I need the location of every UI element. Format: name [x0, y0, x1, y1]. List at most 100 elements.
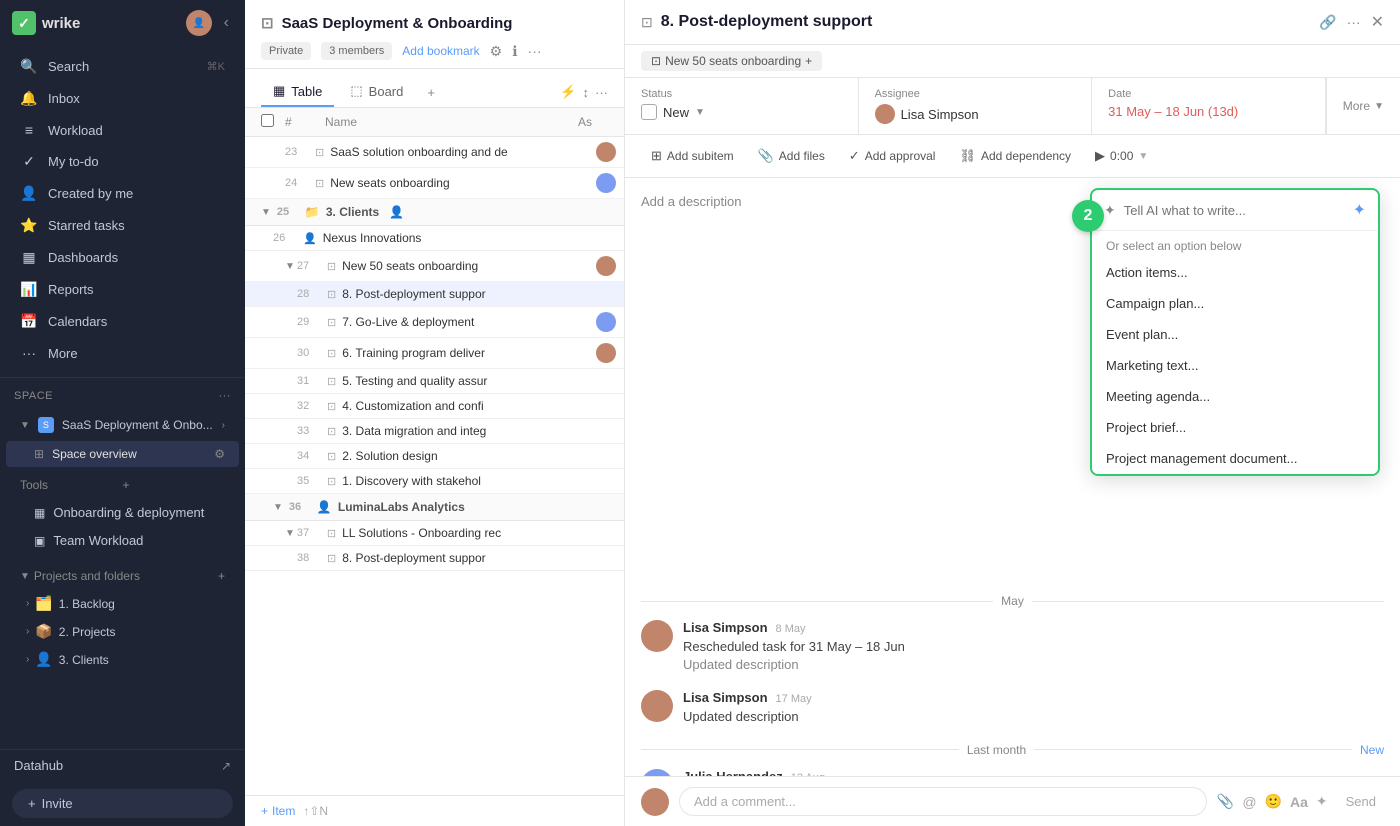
wrike-icon: ✓: [12, 11, 36, 35]
add-bookmark-link[interactable]: Add bookmark: [402, 44, 479, 58]
ai-option-event-plan[interactable]: Event plan...: [1092, 319, 1378, 350]
add-files-button[interactable]: 📎 Add files: [748, 143, 835, 169]
sidebar-item-my-todo[interactable]: ✓ My to-do: [6, 146, 239, 177]
table-row[interactable]: ▼ 37 ⊡ LL Solutions - Onboarding rec: [245, 521, 624, 546]
mention-icon[interactable]: @: [1242, 794, 1256, 810]
sidebar-item-label: Calendars: [48, 314, 225, 329]
table-row[interactable]: 23 ⊡ SaaS solution onboarding and de: [245, 137, 624, 168]
timer-button[interactable]: ▶ 0:00 ▼: [1085, 143, 1158, 169]
filter-icon[interactable]: ⚡: [560, 84, 576, 100]
table-row[interactable]: 35 ⊡ 1. Discovery with stakehol: [245, 469, 624, 494]
calendar-icon: 📅: [20, 313, 38, 330]
row-number: 24: [285, 177, 315, 189]
ai-option-marketing-text[interactable]: Marketing text...: [1092, 350, 1378, 381]
add-tool-icon[interactable]: +: [123, 478, 226, 492]
section-label: LuminaLabs Analytics: [338, 500, 465, 514]
date-value[interactable]: 31 May – 18 Jun (13d): [1108, 104, 1309, 119]
folder-item-backlog[interactable]: › 🗂️ 1. Backlog: [6, 590, 239, 617]
add-subitem-button[interactable]: ⊞ Add subitem: [641, 143, 744, 169]
task-icon: ⊡: [327, 375, 336, 388]
sidebar-item-reports[interactable]: 📊 Reports: [6, 274, 239, 305]
wrike-logo: ✓ wrike: [12, 11, 80, 35]
settings-icon[interactable]: ⚙: [490, 43, 503, 60]
subitem-icon: ⊞: [651, 148, 662, 164]
tab-table[interactable]: ▦ Table: [261, 77, 334, 107]
sidebar-item-calendars[interactable]: 📅 Calendars: [6, 306, 239, 337]
close-icon[interactable]: ✕: [1371, 12, 1384, 32]
space-overview-item[interactable]: ⊞ Space overview ⚙: [6, 441, 239, 467]
assignee-label: Assignee: [875, 88, 1076, 100]
sidebar-item-more[interactable]: ··· More: [6, 338, 239, 368]
table-row[interactable]: 28 ⊡ 8. Post-deployment suppor: [245, 282, 624, 307]
add-breadcrumb-icon[interactable]: +: [805, 54, 812, 68]
table-section-row[interactable]: ▼ 25 📁 3. Clients 👤: [245, 199, 624, 226]
table-options-icon[interactable]: ···: [595, 85, 608, 100]
assignee-value[interactable]: Lisa Simpson: [875, 104, 1076, 124]
col-assign-header: As: [578, 115, 608, 129]
ai-dropdown: ✦ ✦ Or select an option below Action ite…: [1090, 188, 1380, 476]
add-view-icon[interactable]: +: [419, 79, 443, 106]
divider-line-left: [641, 601, 993, 602]
table-row[interactable]: 38 ⊡ 8. Post-deployment suppor: [245, 546, 624, 571]
ellipsis-icon[interactable]: ···: [528, 43, 542, 59]
table-section-row[interactable]: ▼ 36 👤 LuminaLabs Analytics: [245, 494, 624, 521]
sidebar-item-dashboards[interactable]: ▦ Dashboards: [6, 242, 239, 273]
sidebar-collapse-button[interactable]: ‹: [220, 12, 233, 34]
sidebar-item-inbox[interactable]: 🔔 Inbox: [6, 83, 239, 114]
sidebar-item-search[interactable]: 🔍 Search ⌘K: [6, 51, 239, 82]
select-all-checkbox[interactable]: [261, 114, 274, 127]
table-row[interactable]: 29 ⊡ 7. Go-Live & deployment: [245, 307, 624, 338]
datahub-item[interactable]: Datahub ↗: [0, 749, 245, 781]
ai-comment-icon[interactable]: ✦: [1316, 793, 1328, 810]
col-name-header: Name: [325, 115, 578, 129]
space-more-icon[interactable]: ···: [219, 390, 232, 402]
invite-button[interactable]: + Invite: [12, 789, 233, 818]
sort-icon[interactable]: ↕: [583, 85, 590, 100]
ai-option-project-management-doc[interactable]: Project management document...: [1092, 443, 1378, 474]
tool-item-team-workload[interactable]: ▣ Team Workload: [6, 527, 239, 554]
created-icon: 👤: [20, 185, 38, 202]
table-row[interactable]: 24 ⊡ New seats onboarding: [245, 168, 624, 199]
attachment-icon[interactable]: 📎: [1217, 793, 1234, 810]
link-icon[interactable]: 🔗: [1319, 14, 1336, 31]
sidebar-item-created-by-me[interactable]: 👤 Created by me: [6, 178, 239, 209]
send-button[interactable]: Send: [1338, 790, 1384, 813]
table-row[interactable]: 26 👤 Nexus Innovations: [245, 226, 624, 251]
text-format-icon[interactable]: Aa: [1290, 794, 1308, 810]
comment-text: Rescheduled task for 31 May – 18 Jun: [683, 638, 1384, 656]
table-row[interactable]: 32 ⊡ 4. Customization and confi: [245, 394, 624, 419]
emoji-icon[interactable]: 🙂: [1265, 793, 1282, 810]
sidebar-item-workload[interactable]: ≡ Workload: [6, 115, 239, 145]
row-number: 36: [289, 501, 311, 513]
more-options-icon[interactable]: ···: [1347, 14, 1361, 30]
ai-option-action-items[interactable]: Action items...: [1092, 257, 1378, 288]
ai-option-project-brief[interactable]: Project brief...: [1092, 412, 1378, 443]
avatar[interactable]: 👤: [186, 10, 212, 36]
add-item-bar[interactable]: + Item ↑⇧N: [245, 795, 624, 826]
ai-option-campaign-plan[interactable]: Campaign plan...: [1092, 288, 1378, 319]
sidebar-item-starred[interactable]: ⭐ Starred tasks: [6, 210, 239, 241]
table-row[interactable]: 30 ⊡ 6. Training program deliver: [245, 338, 624, 369]
status-value[interactable]: New ▼: [641, 104, 842, 120]
add-approval-button[interactable]: ✓ Add approval: [839, 143, 946, 169]
table-row[interactable]: 31 ⊡ 5. Testing and quality assur: [245, 369, 624, 394]
gear-icon[interactable]: ⚙: [214, 447, 225, 461]
ai-text-input[interactable]: [1124, 203, 1345, 218]
table-row[interactable]: ▼ 27 ⊡ New 50 seats onboarding: [245, 251, 624, 282]
table-row[interactable]: 34 ⊡ 2. Solution design: [245, 444, 624, 469]
row-name: ⊡ New seats onboarding: [315, 176, 596, 190]
comment-input[interactable]: [679, 787, 1207, 816]
space-item-saas[interactable]: ▼ S SaaS Deployment & Onbo... ›: [6, 411, 239, 439]
ai-option-meeting-agenda[interactable]: Meeting agenda...: [1092, 381, 1378, 412]
more-fields-button[interactable]: More ▼: [1326, 78, 1400, 134]
tab-board[interactable]: ⬚ Board: [338, 77, 415, 107]
table-row[interactable]: 33 ⊡ 3. Data migration and integ: [245, 419, 624, 444]
breadcrumb-tag[interactable]: ⊡ New 50 seats onboarding +: [641, 51, 822, 71]
tool-item-onboarding[interactable]: ▦ Onboarding & deployment: [6, 499, 239, 526]
folder-item-projects[interactable]: › 📦 2. Projects: [6, 618, 239, 645]
add-project-icon[interactable]: +: [218, 569, 225, 583]
task-title-area: ⊡ 8. Post-deployment support: [641, 13, 872, 31]
info-icon[interactable]: ℹ: [512, 43, 517, 60]
folder-item-clients[interactable]: › 👤 3. Clients: [6, 646, 239, 673]
add-dependency-button[interactable]: ⛓ Add dependency: [949, 143, 1081, 169]
